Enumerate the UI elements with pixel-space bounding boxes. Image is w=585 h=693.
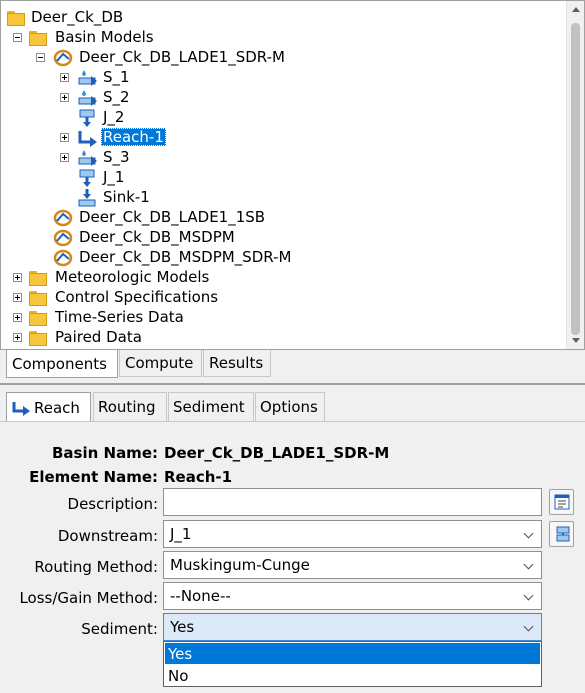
expand-icon[interactable] [60,133,69,142]
tab-sediment[interactable]: Sediment [168,392,254,421]
loss-gain-method-select[interactable]: --None-- [163,582,542,610]
tree-folder-label[interactable]: Control Specifications [55,288,218,306]
tab-label: Routing [98,398,156,416]
tree-element-label[interactable]: S_3 [103,148,130,166]
collapse-icon[interactable] [36,53,45,62]
option-label: No [168,666,189,685]
tree-element-label[interactable]: Reach-1 [101,128,166,146]
sediment-value: Yes [170,618,195,636]
basin-name-value: Deer_Ck_DB_LADE1_SDR-M [164,444,390,462]
tree-element-label[interactable]: S_2 [103,88,130,106]
description-field[interactable] [163,488,542,516]
expand-icon[interactable] [60,73,69,82]
downstream-select-button[interactable] [549,521,574,547]
tree-folder-label[interactable]: Paired Data [55,328,142,346]
routing-method-label: Routing Method: [34,558,158,576]
tab-label: Reach [34,398,80,417]
subbasin-icon [77,68,97,86]
select-element-icon [554,525,572,547]
tab-reach[interactable]: Reach [6,392,91,422]
editor-tab-strip: Reach Routing Sediment Options [0,392,585,422]
tab-label: Options [260,398,318,416]
tree-element-label[interactable]: J_2 [103,108,124,126]
sediment-select[interactable]: Yes [163,613,542,641]
expand-icon[interactable] [13,293,22,302]
tree-folder-label[interactable]: Time-Series Data [55,308,184,326]
tab-routing[interactable]: Routing [93,392,167,421]
sediment-dropdown-list[interactable]: Yes No [163,641,542,687]
loss-gain-method-value: --None-- [170,587,231,605]
folder-icon [29,289,49,307]
reach-icon [77,128,97,147]
main-tab-strip: Components Compute Results [0,350,585,378]
reach-icon [11,399,31,417]
expand-icon[interactable] [60,153,69,162]
expand-icon[interactable] [13,313,22,322]
sediment-label: Sediment: [81,620,158,638]
downstream-label: Downstream: [57,527,158,545]
element-name-value: Reach-1 [164,468,233,486]
subbasin-icon [77,88,97,106]
dropdown-option-no[interactable]: No [165,665,540,686]
subbasin-icon [77,148,97,166]
chevron-down-icon [523,621,534,632]
tree-basin-model-label[interactable]: Deer_Ck_DB_LADE1_SDR-M [79,48,285,66]
edit-description-icon [553,493,571,515]
tab-compute[interactable]: Compute [119,350,202,377]
tree-basin-model-label[interactable]: Deer_Ck_DB_MSDPM [79,228,235,246]
folder-icon [29,309,49,327]
tab-results[interactable]: Results [203,350,271,377]
chevron-down-icon [523,559,534,570]
tree-root-label[interactable]: Deer_Ck_DB [31,8,123,26]
project-tree[interactable]: Deer_Ck_DB Basin Models Deer_Ck_DB_LADE1… [0,0,585,350]
expand-icon[interactable] [13,333,22,342]
tab-label: Results [209,354,264,372]
tree-element-label[interactable]: J_1 [103,168,124,186]
tree-basin-models-label[interactable]: Basin Models [55,28,154,46]
description-editor-button[interactable] [549,489,574,515]
folder-icon [7,9,27,27]
chevron-down-icon [523,590,534,601]
collapse-icon[interactable] [13,33,22,42]
panel-splitter[interactable] [0,383,585,385]
tab-label: Compute [125,354,194,372]
scroll-up-icon[interactable] [572,7,580,12]
tab-components[interactable]: Components [6,350,118,378]
description-label: Description: [67,495,158,513]
dropdown-option-yes[interactable]: Yes [165,643,540,664]
downstream-value: J_1 [170,525,192,543]
option-label: Yes [168,644,193,663]
tree-folder-label[interactable]: Meteorologic Models [55,268,209,286]
sink-icon [77,188,97,207]
chevron-down-icon [523,528,534,539]
tree-scrollbar[interactable] [566,1,584,349]
scroll-thumb[interactable] [571,23,580,335]
tab-options[interactable]: Options [255,392,325,421]
folder-icon [29,29,49,47]
basin-model-icon [53,249,73,267]
element-name-label: Element Name: [29,468,158,486]
junction-icon [77,168,97,187]
junction-icon [77,108,97,127]
downstream-select[interactable]: J_1 [163,520,542,548]
folder-icon [29,329,49,347]
expand-icon[interactable] [60,93,69,102]
basin-model-icon [53,209,73,227]
tree-basin-model-label[interactable]: Deer_Ck_DB_LADE1_1SB [79,208,265,226]
expand-icon[interactable] [13,273,22,282]
tab-label: Sediment [173,398,245,416]
tree-basin-model-label[interactable]: Deer_Ck_DB_MSDPM_SDR-M [79,248,291,266]
routing-method-select[interactable]: Muskingum-Cunge [163,551,542,579]
scroll-down-icon[interactable] [572,338,580,343]
folder-icon [29,269,49,287]
basin-model-icon [53,49,73,67]
tree-element-label[interactable]: S_1 [103,68,130,86]
tab-label: Components [12,354,107,373]
basin-name-label: Basin Name: [51,444,158,462]
loss-gain-method-label: Loss/Gain Method: [19,589,158,607]
tree-element-label[interactable]: Sink-1 [103,188,150,206]
routing-method-value: Muskingum-Cunge [170,556,310,574]
basin-model-icon [53,229,73,247]
